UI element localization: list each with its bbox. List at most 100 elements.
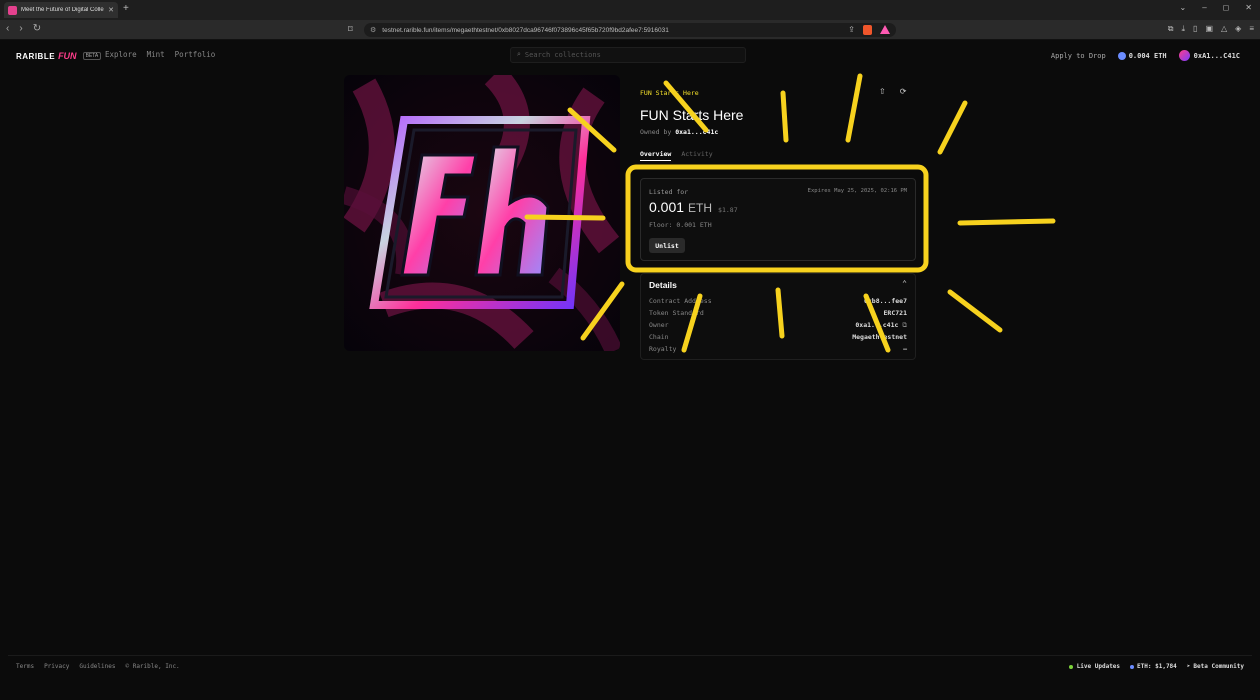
share-icon[interactable]: ⇧ [879,87,886,96]
detail-key: Owner [649,321,669,329]
detail-key: Token Standard [649,309,704,317]
detail-row-royalty: Royalty – [649,345,907,353]
detail-value: – [903,345,907,353]
share-icon[interactable]: ⇪ [848,25,855,35]
extensions-icon[interactable]: ⧉ [1168,24,1174,34]
main-nav: Explore Mint Portfolio [105,50,215,59]
ray [947,289,1003,333]
detail-row-chain: Chain MegaethTestnet [649,333,907,341]
new-tab-icon[interactable]: + [123,3,129,14]
rarible-favicon-icon [8,5,17,15]
footer-copyright: © Rarible, Inc. [125,663,180,670]
owned-by-label: Owned by [640,128,672,136]
sidebar-icon[interactable]: ▯ [1193,24,1197,34]
footer-terms[interactable]: Terms [16,663,34,670]
detail-key: Contract Address [649,297,712,305]
ray [845,73,863,143]
live-updates-text: Live Updates [1076,663,1121,670]
tab-title: Meet the Future of Digital Colle [21,7,104,13]
eth-price-text: ETH: $1,784 [1137,663,1177,670]
item-tabs: Overview Activity [640,150,713,161]
contract-address-link[interactable]: 0xb8...fee7 [864,297,907,305]
listing-card: Listed for Expires May 25, 2025, 02:16 P… [640,178,916,261]
detail-row-standard: Token Standard ERC721 [649,309,907,317]
close-window-icon[interactable]: ✕ [1245,3,1252,12]
nav-buttons: ‹ › ↻ [6,23,41,34]
eth-icon [1130,664,1135,669]
floor-price: Floor: 0.001 ETH [649,221,712,229]
leo-icon[interactable]: △ [1221,24,1227,34]
nft-image[interactable] [344,75,620,351]
ray [957,218,1056,226]
ray [780,90,789,143]
bookmark-icon[interactable]: ⌑ [348,24,353,35]
reload-icon[interactable]: ↻ [33,23,41,34]
send-icon: ➤ [1186,663,1191,670]
apply-to-drop-link[interactable]: Apply to Drop [1051,52,1106,60]
listed-for-label: Listed for [649,188,689,196]
site-info-icon[interactable]: ⚙ [370,26,376,34]
owner-link[interactable]: 0xa1...c41c [675,128,718,136]
detail-key: Chain [649,333,669,341]
site-footer: Terms Privacy Guidelines © Rarible, Inc.… [8,655,1252,677]
browser-tab[interactable]: Meet the Future of Digital Colle ✕ [4,2,118,18]
detail-row-contract: Contract Address 0xb8...fee7 [649,297,907,305]
beta-badge: BETA [82,52,102,60]
footer-status: Live Updates ETH: $1,784 ➤ Beta Community [1068,663,1244,670]
details-title: Details [649,280,677,290]
minimize-icon[interactable]: – [1202,3,1206,12]
balance-text: 0.004 ETH [1128,51,1167,60]
eth-icon [1117,51,1126,60]
price-row: 0.001 ETH $1.87 [649,199,738,215]
header-actions: Apply to Drop 0.004 ETH 0xA1...C41C [1051,50,1240,61]
nav-portfolio[interactable]: Portfolio [175,50,216,59]
account-address: 0xA1...C41C [1193,51,1240,60]
beta-community-text: Beta Community [1193,663,1244,670]
vpn-icon[interactable]: ◈ [1235,24,1241,34]
detail-key: Royalty [649,345,677,353]
nav-explore[interactable]: Explore [105,50,137,59]
footer-guidelines[interactable]: Guidelines [79,663,115,670]
site-header: RARIBLE FUN BETA Explore Mint Portfolio … [0,40,1260,70]
detail-row-owner: Owner 0xa1...c41c ⧉ [649,321,907,330]
ray [937,100,968,155]
address-bar-actions: ⇪ [848,25,890,35]
detail-value: ERC721 [883,309,907,317]
detail-value: MegaethTestnet [852,333,907,341]
nav-mint[interactable]: Mint [147,50,165,59]
collection-link[interactable]: FUN Starts Here [640,89,699,97]
restore-icon[interactable]: ◻ [1223,3,1230,12]
copy-icon[interactable]: ⧉ [902,321,907,329]
tab-list-icon[interactable]: ⌄ [1180,3,1187,12]
refresh-icon[interactable]: ⟳ [900,87,907,96]
address-bar[interactable]: ⚙ testnet.rarible.fun/items/megaethtestn… [364,23,896,37]
search-input[interactable]: ⌕ Search collections [510,47,746,63]
expires-text: Expires May 25, 2025, 02:16 PM [807,188,907,194]
rarible-fun-logo[interactable]: RARIBLE FUN BETA [16,51,102,61]
forward-icon[interactable]: › [19,23,22,34]
wallet-icon[interactable]: ▣ [1205,24,1213,34]
unlist-button[interactable]: Unlist [649,238,685,253]
price-usd: $1.87 [718,206,738,214]
logo-fun-text: FUN [58,51,77,61]
owner-line: Owned by 0xa1...c41c [640,128,718,136]
owner-address: 0xa1...c41c [855,321,899,329]
tab-activity[interactable]: Activity [681,150,712,161]
close-tab-icon[interactable]: ✕ [108,6,114,14]
price-currency: ETH [688,201,713,215]
download-icon[interactable]: ⤓ [1182,24,1186,34]
brave-rewards-icon[interactable] [880,25,890,34]
back-icon[interactable]: ‹ [6,23,9,34]
window-controls: ⌄ – ◻ ✕ [1180,3,1253,12]
balance-button[interactable]: 0.004 ETH [1117,51,1167,60]
footer-privacy[interactable]: Privacy [44,663,69,670]
tab-overview[interactable]: Overview [640,150,672,161]
owner-value[interactable]: 0xa1...c41c ⧉ [855,321,907,330]
chevron-up-icon[interactable]: ⌃ [902,279,907,288]
beta-community-link[interactable]: ➤ Beta Community [1187,663,1244,670]
footer-links: Terms Privacy Guidelines © Rarible, Inc. [16,663,180,670]
price-value: 0.001 [649,199,685,215]
account-button[interactable]: 0xA1...C41C [1178,50,1240,61]
menu-icon[interactable]: ≡ [1249,24,1254,34]
brave-shield-icon[interactable] [863,25,872,35]
